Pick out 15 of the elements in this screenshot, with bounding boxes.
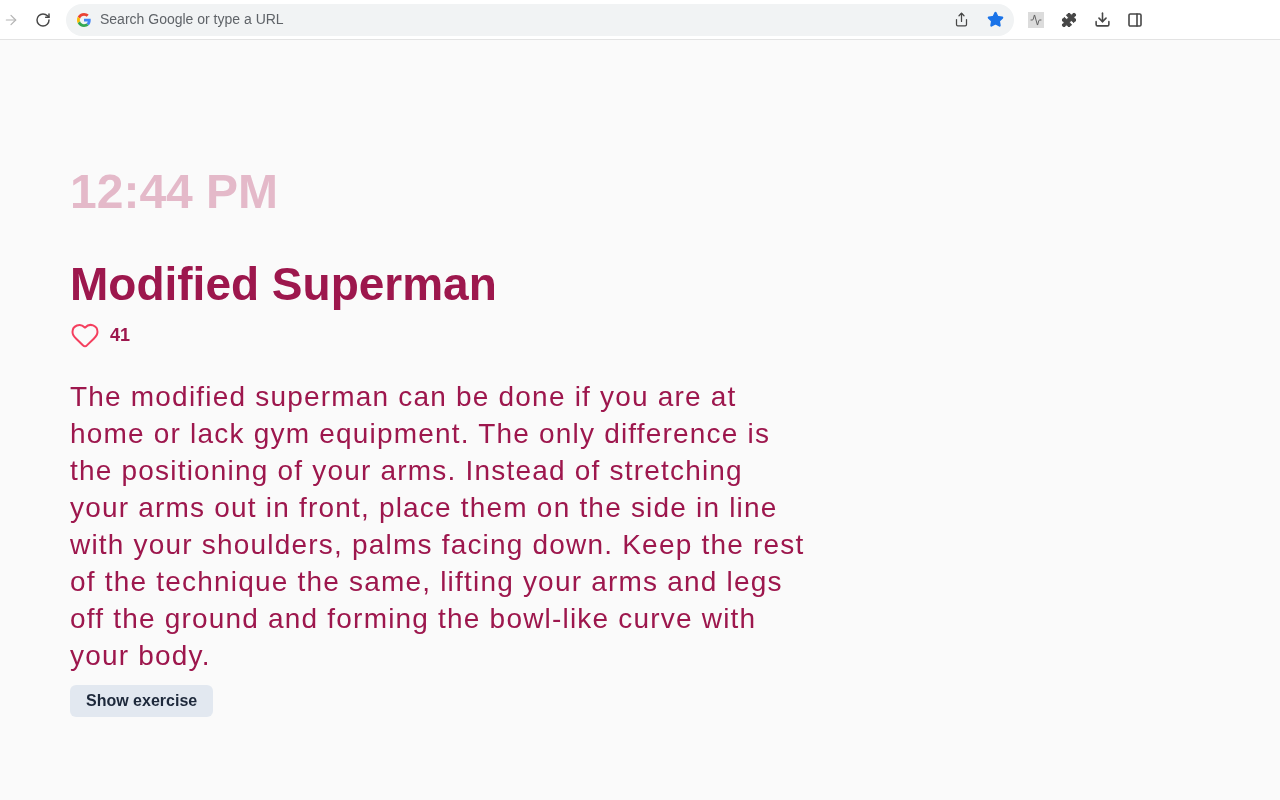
like-count: 41 [110, 323, 131, 347]
address-bar[interactable]: Search Google or type a URL [66, 3, 1014, 36]
google-logo-icon [77, 12, 91, 27]
time-text: 12:44 PM [70, 168, 279, 216]
side-panel-icon[interactable] [1127, 11, 1143, 28]
share-icon[interactable] [954, 12, 969, 27]
reload-icon[interactable] [35, 11, 51, 28]
address-input[interactable]: Search Google or type a URL [100, 9, 954, 30]
exercise-description: The modified superman can be done if you are at home or lack gym equipment. The only difference is the positioning of your arms. Instead of stretching your arms out in front, place them on the side in line with your shoulders, palms facing down. Keep the rest of the technique the same, lifting your arms and legs off the ground and forming the bowl-like curve with your body. [70, 380, 806, 673]
show-exercise-button[interactable]: Show exercise [70, 685, 214, 717]
activity-extension-icon[interactable] [1028, 11, 1044, 28]
download-icon[interactable] [1094, 11, 1111, 28]
bookmark-star-icon[interactable] [987, 11, 1004, 28]
exercise-title: Modified Superman [70, 260, 497, 308]
extensions-puzzle-icon[interactable] [1061, 11, 1077, 28]
